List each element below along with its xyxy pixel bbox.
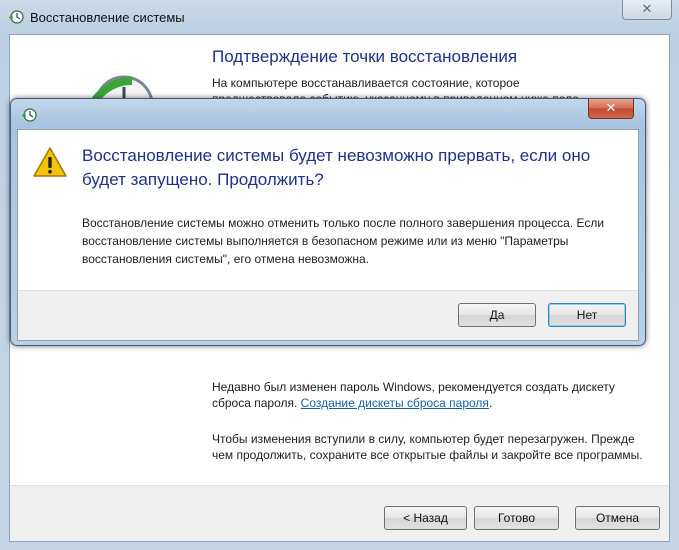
dialog-close-button[interactable]: ✕	[588, 99, 634, 119]
yes-button[interactable]: Да	[458, 303, 536, 327]
page-description-line: На компьютере восстанавливается состояни…	[212, 76, 520, 90]
dialog-heading: Восстановление системы будет невозможно …	[82, 146, 591, 189]
system-restore-icon	[22, 108, 37, 122]
close-icon: ✕	[641, 1, 653, 16]
warning-icon	[33, 147, 67, 177]
close-button[interactable]: ✕	[622, 0, 672, 20]
dialog-client-area: Восстановление системы будет невозможно …	[17, 129, 639, 341]
dialog-footer: Да Нет	[18, 290, 638, 340]
no-button[interactable]: Нет	[548, 303, 626, 327]
finish-button[interactable]: Готово	[474, 506, 559, 530]
page-title: Подтверждение точки восстановления	[212, 47, 518, 66]
password-info-tail: .	[488, 396, 493, 410]
wizard-footer: < Назад Готово Отмена	[10, 485, 669, 541]
window-title: Восстановление системы	[30, 10, 185, 25]
system-restore-icon	[9, 10, 24, 24]
close-icon: ✕	[605, 100, 617, 115]
restart-info: Чтобы изменения вступили в силу, компьют…	[212, 432, 643, 462]
password-info: Недавно был изменен пароль Windows, реко…	[212, 379, 652, 411]
back-button[interactable]: < Назад	[384, 506, 467, 530]
dialog-message: Восстановление системы можно отменить то…	[82, 216, 605, 266]
create-password-reset-disk-link[interactable]: Создание дискеты сброса пароля	[301, 396, 489, 410]
cancel-button[interactable]: Отмена	[575, 506, 660, 530]
confirmation-dialog: ✕ Восстановление системы будет невозможн…	[10, 98, 646, 346]
window-title-bar[interactable]: Восстановление системы ✕	[0, 0, 679, 34]
